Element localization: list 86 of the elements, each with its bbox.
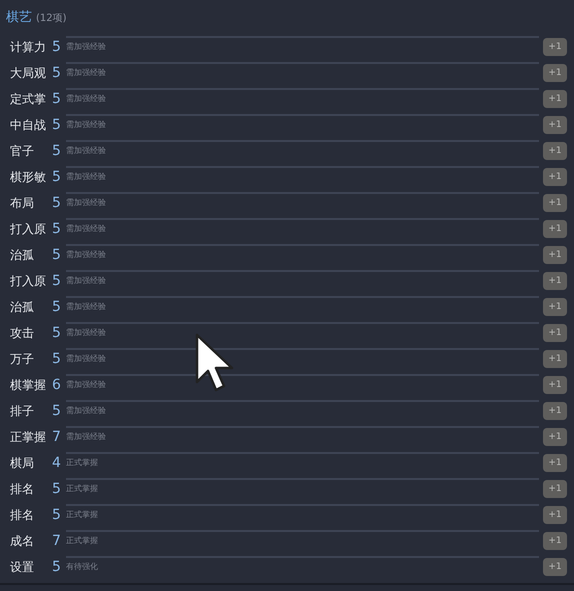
skill-note: 需加强经验 [66, 353, 107, 365]
skill-note: 有待强化 [66, 561, 99, 573]
skill-note: 需加强经验 [66, 171, 107, 183]
skill-name: 大局观 [10, 65, 47, 82]
increment-button[interactable]: +1 [543, 90, 567, 108]
increment-button[interactable]: +1 [543, 142, 567, 160]
skill-note: 需加强经验 [66, 249, 107, 261]
increment-button[interactable]: +1 [543, 298, 567, 316]
skill-note: 需加强经验 [66, 119, 107, 131]
skill-value: 4 [52, 454, 62, 472]
increment-button[interactable]: +1 [543, 506, 567, 524]
skill-note: 需加强经验 [66, 93, 107, 105]
skill-name: 排子 [10, 403, 35, 420]
skill-value: 5 [52, 558, 62, 576]
skill-value: 7 [52, 428, 62, 446]
skill-value: 5 [52, 90, 62, 108]
increment-button[interactable]: +1 [543, 168, 567, 186]
skill-value: 5 [52, 168, 62, 186]
skill-name: 官子 [10, 143, 35, 160]
increment-button[interactable]: +1 [543, 220, 567, 238]
skill-value: 5 [52, 506, 62, 524]
skill-name: 棋掌握 [10, 377, 47, 394]
increment-button[interactable]: +1 [543, 116, 567, 134]
increment-button[interactable]: +1 [543, 324, 567, 342]
item-count: (12项) [36, 12, 67, 26]
skill-value: 5 [52, 324, 62, 342]
increment-button[interactable]: +1 [543, 376, 567, 394]
increment-button[interactable]: +1 [543, 64, 567, 82]
skill-value: 5 [52, 64, 62, 82]
skill-value: 5 [52, 116, 62, 134]
skill-note: 需加强经验 [66, 275, 107, 287]
skill-note: 需加强经验 [66, 405, 107, 417]
increment-button[interactable]: +1 [543, 532, 567, 550]
skill-value: 5 [52, 220, 62, 238]
skill-value: 5 [52, 142, 62, 160]
skill-note: 正式掌握 [66, 509, 99, 521]
skill-note: 需加强经验 [66, 223, 107, 235]
skill-name: 万子 [10, 351, 35, 368]
skill-name: 中自战 [10, 117, 47, 134]
skill-name: 计算力 [10, 39, 47, 56]
skill-name: 治孤 [10, 299, 35, 316]
skill-note: 需加强经验 [66, 327, 107, 339]
skill-note: 需加强经验 [66, 145, 107, 157]
skill-name: 攻击 [10, 325, 35, 342]
skill-name: 正掌握 [10, 429, 47, 446]
skill-note: 需加强经验 [66, 67, 107, 79]
skill-value: 5 [52, 350, 62, 368]
increment-button[interactable]: +1 [543, 454, 567, 472]
increment-button[interactable]: +1 [543, 38, 567, 56]
skill-note: 需加强经验 [66, 41, 107, 53]
skill-value: 6 [52, 376, 62, 394]
increment-button[interactable]: +1 [543, 350, 567, 368]
increment-button[interactable]: +1 [543, 272, 567, 290]
skill-name: 棋局 [10, 455, 35, 472]
increment-button[interactable]: +1 [543, 480, 567, 498]
increment-button[interactable]: +1 [543, 246, 567, 264]
increment-button[interactable]: +1 [543, 402, 567, 420]
skill-name: 布局 [10, 195, 35, 212]
skill-name: 治孤 [10, 247, 35, 264]
skill-name: 棋形敏 [10, 169, 47, 186]
skill-note: 需加强经验 [66, 301, 107, 313]
skill-value: 5 [52, 38, 62, 56]
skill-value: 5 [52, 298, 62, 316]
skill-name: 打入原 [10, 273, 47, 290]
skill-name: 打入原 [10, 221, 47, 238]
increment-button[interactable]: +1 [543, 194, 567, 212]
skill-value: 7 [52, 532, 62, 550]
skill-note: 需加强经验 [66, 197, 107, 209]
skill-value: 5 [52, 402, 62, 420]
skill-note: 需加强经验 [66, 379, 107, 391]
increment-button[interactable]: +1 [543, 558, 567, 576]
skill-name: 成名 [10, 533, 35, 550]
increment-button[interactable]: +1 [543, 428, 567, 446]
skill-note: 需加强经验 [66, 431, 107, 443]
skill-value: 5 [52, 246, 62, 264]
skill-value: 5 [52, 480, 62, 498]
skill-name: 设置 [10, 559, 35, 576]
skill-note: 正式掌握 [66, 457, 99, 469]
skill-value: 5 [52, 272, 62, 290]
skill-name: 排名 [10, 507, 35, 524]
skill-name: 排名 [10, 481, 35, 498]
skill-value: 5 [52, 194, 62, 212]
section-title: 棋艺 [6, 9, 32, 27]
skill-note: 正式掌握 [66, 535, 99, 547]
skill-note: 正式掌握 [66, 483, 99, 495]
skill-name: 定式掌 [10, 91, 47, 108]
